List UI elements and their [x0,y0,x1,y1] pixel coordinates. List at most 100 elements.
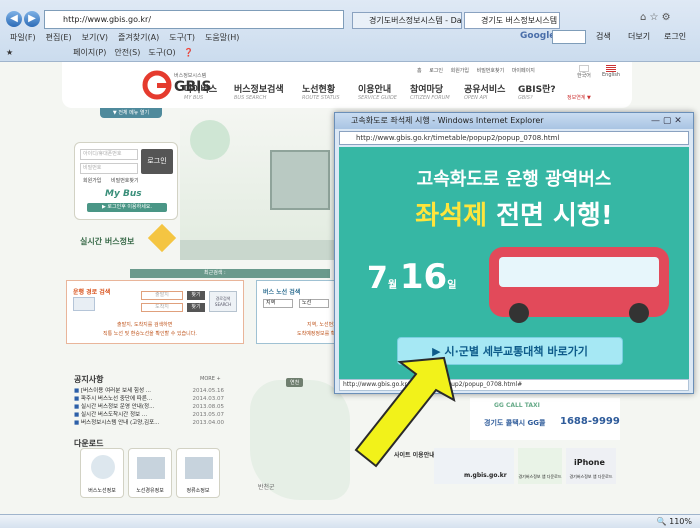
nav-open-api[interactable]: 공유서비스 OPEN API [464,82,505,101]
popup-address[interactable]: http://www.gbis.go.kr/timetable/popup2/p… [339,131,689,145]
site-header: 버스정보시스템 GBIS 홈 로그인 회원가입 비밀번호찾기 마이페이지 한국어… [62,62,632,108]
taxi-phone: 1688-9999 [560,416,620,427]
nav-mybus[interactable]: 마이버스 MY BUS [184,82,217,101]
bus-stop-icon [270,150,330,210]
iphone-app-banner[interactable]: iPhone 경기버스정보 앱 다운로드 [566,448,616,484]
realtime-bus-link[interactable]: 실시간 버스정보 [80,236,134,247]
menu-tools[interactable]: 도구(T) [169,33,195,42]
route-from-find-button[interactable]: 찾기 [187,291,205,300]
top-link-findpw[interactable]: 비밀번호찾기 [477,68,505,74]
search-input[interactable] [552,30,586,44]
favorites-icon[interactable]: ★ [6,48,13,57]
signup-link[interactable]: 회원가입 [83,177,101,184]
bus-icon [73,297,95,311]
address-bar[interactable]: http://www.gbis.go.kr/ [44,10,344,29]
menu-edit[interactable]: 편집(E) [46,33,72,42]
magnifier-icon [91,455,115,479]
nav-bus-search[interactable]: 버스정보검색 BUS SEARCH [234,82,284,101]
login-panel: 아이디/휴대폰번호 비밀번호 로그인 회원가입 비밀번호찾기 My Bus ▶ … [74,142,178,220]
login-button[interactable]: 로그인 [664,31,686,42]
lang-english[interactable]: English [602,65,620,78]
tools-menu[interactable]: 도구(O) [148,48,175,57]
bus-route-title: 버스 노선 검색 [263,289,301,296]
menu-favorites[interactable]: 즐겨찾기(A) [118,33,159,42]
bus-icon [137,457,165,479]
top-link-home[interactable]: 홈 [417,68,422,74]
taxi-banner[interactable]: GG CALL TAXI 경기도 콜택시 GG콜 1688-9999 [470,398,620,440]
annotation-arrow-icon [354,356,456,468]
map-label-yeoncheon: 연천 [286,378,304,387]
lang-korean[interactable]: 한국어 [577,65,591,79]
page-menu[interactable]: 페이지(P) [73,48,106,57]
id-input[interactable]: 아이디/휴대폰번호 [80,149,138,160]
service-link[interactable]: 정보연계 ▼ [567,94,591,101]
bus-route-panel: 버스 노선 검색 지역 노선 지역, 노선번호를 검색하면 도착예정정보를 확인… [256,280,372,344]
window-controls[interactable]: — ▢ ✕ [651,116,682,126]
taxi-label: 경기도 콜택시 GG콜 [484,419,546,427]
download-bus-route[interactable]: 버스노선정보 [80,448,124,498]
safety-menu[interactable]: 안전(S) [114,48,140,57]
find-password-link[interactable]: 비밀번호찾기 [111,177,139,184]
road [180,240,340,260]
menu-help[interactable]: 도움말(H) [205,33,239,42]
nav-service-guide[interactable]: 이용안내 SERVICE GUIDE [358,82,397,101]
top-link-signup[interactable]: 회원가입 [451,68,469,74]
list-item[interactable]: ■ 실시간 버스정보 운영 안내(정... 2013.08.05 [74,403,224,411]
route-search-title: 운행 경로 검색 [73,289,111,296]
route-select[interactable]: 노선 [299,299,329,308]
home-icon[interactable]: ⌂ ☆ ⚙ [640,12,671,23]
nav-route-status[interactable]: 노선현황 ROUTE STATUS [302,82,340,101]
android-app-banner[interactable]: 경기버스정보 앱 다운로드 [518,448,562,484]
menu-open-button[interactable]: ▼ 전체 메뉴 열기 [100,108,162,118]
bus-illustration [489,247,669,323]
top-link-login[interactable]: 로그인 [429,68,443,74]
mybus-label: My Bus [105,189,142,199]
list-item[interactable]: ■ 실시간 버스도착시간 정보 ... 2013.05.07 [74,411,224,419]
login-submit-button[interactable]: 로그인 [141,149,173,174]
help-icon[interactable]: ❓ [184,48,194,57]
taxi-en-label: GG CALL TAXI [494,402,540,409]
nav-gbis-about[interactable]: GBIS란? GBIS? [518,82,556,101]
mybus-hint: ▶ 로그인후 이용하세요. [87,203,167,212]
notice-more-link[interactable]: MORE + [200,376,221,382]
menu-view[interactable]: 보기(V) [82,33,108,42]
recent-search-bar: 최근검색 : [130,269,330,278]
list-item[interactable]: ■ 파주시 버스노선 중단에 따른... 2014.03.07 [74,395,224,403]
tab-daum[interactable]: 경기도버스정보시스템 - Dau... [352,12,462,29]
route-to-find-button[interactable]: 찾기 [187,303,205,312]
poster-line-2: 좌석제 전면 시행! [415,201,613,231]
download-stop-info[interactable]: 정류소정보 [176,448,220,498]
tab-gbis[interactable]: 경기도 버스정보시스템 [464,12,560,29]
command-bar: ★ 페이지(P) 안전(S) 도구(O) ❓ [6,47,202,58]
tree-icon [190,120,230,160]
hero-image [180,110,340,260]
route-to-input[interactable]: 도착지 [141,303,183,312]
browser-status-bar: 🔍 110% [0,514,700,528]
zoom-level[interactable]: 🔍 110% [657,517,692,526]
route-search-panel: 운행 경로 검색 출발지 찾기 도착지 찾기 경로검색 SEARCH 출발지, … [66,280,244,344]
notice-poster: 고속화도로 운행 광역버스 좌석제 전면 시행! 7월 16일 ▶ 시·군별 세… [339,147,689,379]
bus-stop-icon [185,457,213,479]
gbis-logo-icon [142,70,172,100]
route-search-button[interactable]: 경로검색 SEARCH [209,291,237,312]
popup-title: 고속화도로 좌석제 시행 - Windows Internet Explorer [335,113,693,129]
forward-icon[interactable]: ▶ [24,11,40,27]
search-button[interactable]: 검색 [596,31,611,42]
back-icon[interactable]: ◀ [6,11,22,27]
list-item[interactable]: ■ [버스이용 여러분 보세 힘성 ... 2014.05.16 [74,387,224,395]
poster-date: 7월 16일 [367,257,457,297]
download-route-stops[interactable]: 노선경유정보 [128,448,172,498]
more-button[interactable]: 더보기 [628,31,650,42]
notice-list: ■ [버스이용 여러분 보세 힘성 ... 2014.05.16 ■ 파주시 버스… [74,387,224,427]
menu-file[interactable]: 파일(F) [10,33,36,42]
notice-panel: 공지사항 MORE + ■ [버스이용 여러분 보세 힘성 ... 2014.05… [66,372,226,436]
region-select[interactable]: 지역 [263,299,293,308]
nav-citizen-forum[interactable]: 참여마당 CITIZEN FORUM [410,82,450,101]
route-from-input[interactable]: 출발지 [141,291,183,300]
top-link-mypage[interactable]: 마이페이지 [512,68,535,74]
list-item[interactable]: ■ 버스정보시스템 안내 (고양,김포... 2013.04.00 [74,419,224,427]
route-hint-1: 출발지, 도착지를 검색하면 [117,322,173,328]
password-input[interactable]: 비밀번호 [80,163,138,174]
menu-bar: 파일(F) 편집(E) 보기(V) 즐겨찾기(A) 도구(T) 도움말(H) [10,32,249,43]
top-links: 홈 로그인 회원가입 비밀번호찾기 마이페이지 [417,67,535,74]
